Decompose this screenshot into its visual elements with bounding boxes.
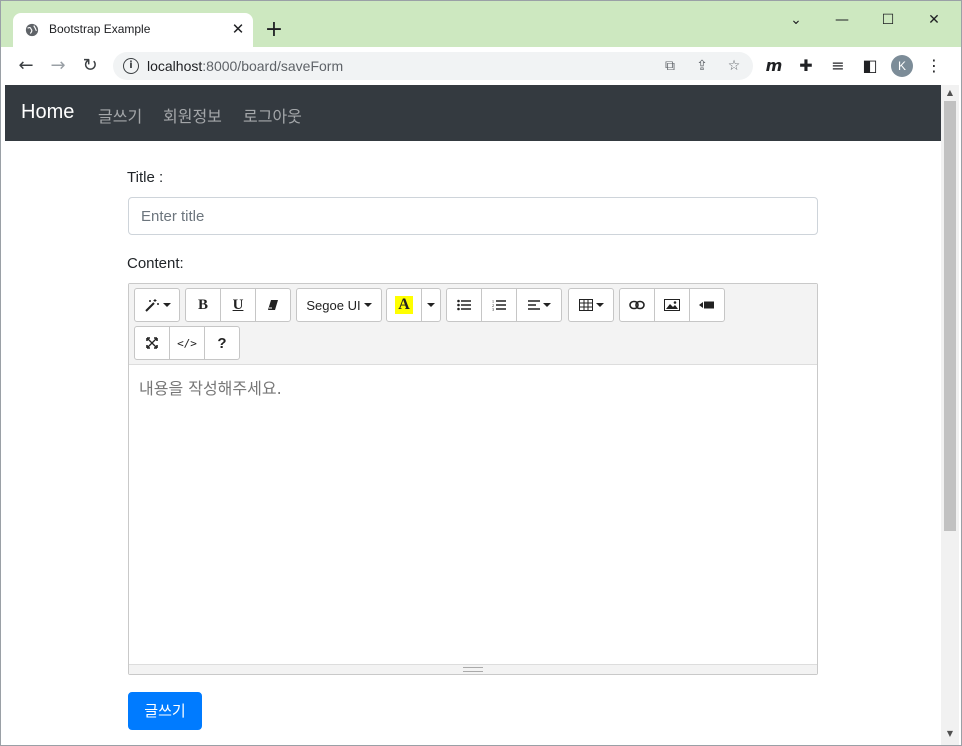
scroll-up-arrow-icon[interactable]: ▲	[945, 88, 955, 98]
scroll-thumb[interactable]	[944, 101, 956, 531]
editor-toolbar: B U Segoe UI A 1 2 3 </> ?	[129, 284, 817, 365]
nav-link-logout[interactable]: 로그아웃	[243, 103, 302, 127]
style-group	[134, 288, 180, 322]
style-magic-icon[interactable]	[134, 288, 180, 322]
color-letter: A	[395, 296, 413, 314]
color-group: A	[386, 288, 441, 322]
minimize-button[interactable]: —	[819, 7, 865, 33]
submit-write-button[interactable]: 글쓰기	[128, 692, 202, 730]
view-group: </> ?	[134, 326, 240, 360]
menu-kebab-icon[interactable]: ⋮	[923, 55, 945, 77]
font-name-group: Segoe UI	[296, 288, 382, 322]
extensions-puzzle-icon[interactable]: ✚	[795, 55, 817, 77]
table-group	[568, 288, 614, 322]
codeview-button[interactable]: </>	[169, 326, 205, 360]
font-name-dropdown[interactable]: Segoe UI	[296, 288, 382, 322]
extension-m-icon[interactable]: m	[763, 55, 785, 77]
nav-link-user-info[interactable]: 회원정보	[163, 103, 222, 127]
globe-icon	[25, 23, 39, 37]
address-bar[interactable]: i localhost:8000/board/saveForm ⧉ ⇪ ☆	[113, 52, 753, 80]
close-window-button[interactable]: ✕	[911, 7, 957, 33]
svg-text:3: 3	[492, 307, 494, 311]
tab-strip: Bootstrap Example ✕ + ⌄ — ☐ ✕	[1, 1, 961, 47]
summernote-editor: B U Segoe UI A 1 2 3 </> ? 내용을 작성해주세요.	[128, 283, 818, 675]
table-icon[interactable]	[568, 288, 614, 322]
browser-window: Bootstrap Example ✕ + ⌄ — ☐ ✕ ← → ↻ i lo…	[0, 0, 962, 746]
editor-content-area[interactable]: 내용을 작성해주세요.	[129, 365, 817, 665]
underline-button[interactable]: U	[220, 288, 256, 322]
tab-title: Bootstrap Example	[49, 22, 151, 36]
editor-resize-bar[interactable]	[129, 664, 817, 674]
font-name-label: Segoe UI	[306, 297, 361, 313]
page-viewport: Home 글쓰기 회원정보 로그아웃 Title : Content: B U	[5, 85, 941, 745]
browser-tab[interactable]: Bootstrap Example ✕	[13, 13, 253, 47]
ordered-list-icon[interactable]: 123	[481, 288, 517, 322]
title-label: Title :	[127, 169, 164, 186]
scroll-down-arrow-icon[interactable]: ▼	[945, 729, 955, 739]
align-left-icon[interactable]	[516, 288, 562, 322]
color-dropdown-caret-icon[interactable]	[421, 288, 441, 322]
forward-arrow-icon[interactable]: →	[45, 53, 71, 79]
fullscreen-icon[interactable]	[134, 326, 170, 360]
eraser-icon[interactable]	[255, 288, 291, 322]
bold-button[interactable]: B	[185, 288, 221, 322]
content-label: Content:	[127, 255, 184, 272]
translate-icon[interactable]: ⧉	[661, 57, 679, 75]
picture-icon[interactable]	[654, 288, 690, 322]
title-input[interactable]	[128, 197, 818, 235]
resize-grip-icon[interactable]	[463, 667, 483, 672]
insert-group	[619, 288, 725, 322]
unordered-list-icon[interactable]	[446, 288, 482, 322]
share-icon[interactable]: ⇪	[693, 57, 711, 75]
reload-icon[interactable]: ↻	[77, 53, 103, 79]
reading-list-icon[interactable]: ≡	[827, 55, 849, 77]
maximize-button[interactable]: ☐	[865, 7, 911, 33]
browser-toolbar: ← → ↻ i localhost:8000/board/saveForm ⧉ …	[1, 47, 961, 85]
tab-close-icon[interactable]: ✕	[229, 20, 247, 38]
bookmark-star-icon[interactable]: ☆	[725, 57, 743, 75]
font-style-group: B U	[185, 288, 291, 322]
navbar: Home 글쓰기 회원정보 로그아웃	[5, 85, 941, 141]
tab-search-chevron-icon[interactable]: ⌄	[773, 7, 819, 33]
profile-avatar[interactable]: K	[891, 55, 913, 77]
video-icon[interactable]	[689, 288, 725, 322]
link-icon[interactable]	[619, 288, 655, 322]
paragraph-group: 123	[446, 288, 562, 322]
back-arrow-icon[interactable]: ←	[13, 53, 39, 79]
side-panel-icon[interactable]: ◧	[859, 55, 881, 77]
help-button[interactable]: ?	[204, 326, 240, 360]
page-scrollbar[interactable]: ▲ ▼	[941, 85, 959, 745]
nav-link-write[interactable]: 글쓰기	[98, 103, 142, 127]
site-info-icon[interactable]: i	[123, 58, 139, 74]
new-tab-button[interactable]: +	[263, 19, 285, 41]
recent-color-button[interactable]: A	[386, 288, 422, 322]
url-text: localhost:8000/board/saveForm	[147, 58, 344, 74]
navbar-brand-home[interactable]: Home	[21, 101, 74, 124]
